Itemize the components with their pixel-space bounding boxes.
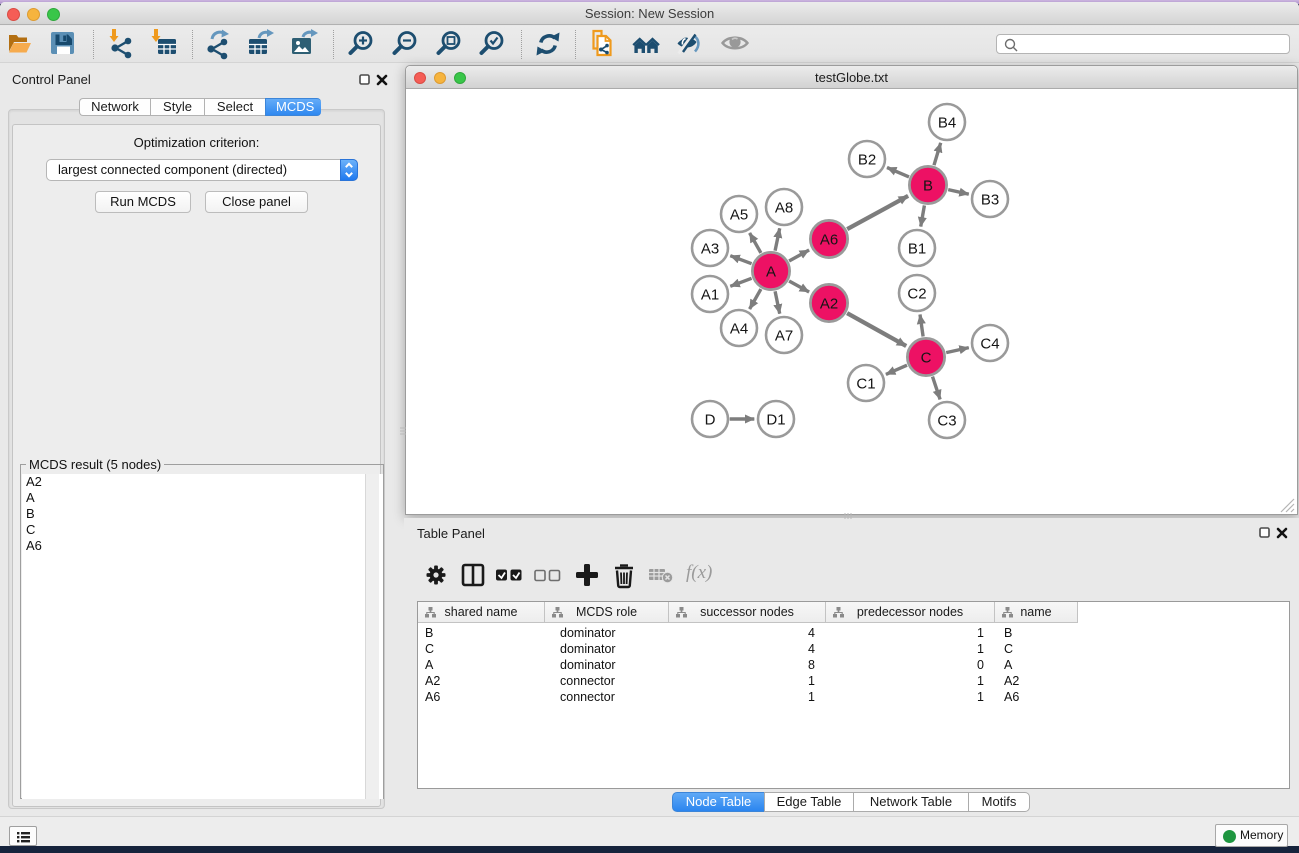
- svg-text:C4: C4: [980, 335, 999, 352]
- svg-text:B2: B2: [858, 151, 876, 168]
- svg-text:D: D: [705, 411, 716, 428]
- svg-text:B: B: [923, 177, 933, 194]
- svg-text:C: C: [921, 349, 932, 366]
- svg-text:C1: C1: [856, 375, 875, 392]
- svg-text:C3: C3: [937, 412, 956, 429]
- svg-text:A1: A1: [701, 286, 719, 303]
- svg-text:D1: D1: [766, 411, 785, 428]
- svg-text:A5: A5: [730, 206, 748, 223]
- svg-text:B3: B3: [981, 191, 999, 208]
- svg-text:A: A: [766, 263, 776, 280]
- svg-text:C2: C2: [907, 285, 926, 302]
- svg-text:A6: A6: [820, 231, 838, 248]
- svg-text:A8: A8: [775, 199, 793, 216]
- svg-text:A2: A2: [820, 295, 838, 312]
- svg-text:A4: A4: [730, 320, 748, 337]
- svg-text:B4: B4: [938, 114, 956, 131]
- svg-text:B1: B1: [908, 240, 926, 257]
- svg-text:A3: A3: [701, 240, 719, 257]
- svg-text:A7: A7: [775, 327, 793, 344]
